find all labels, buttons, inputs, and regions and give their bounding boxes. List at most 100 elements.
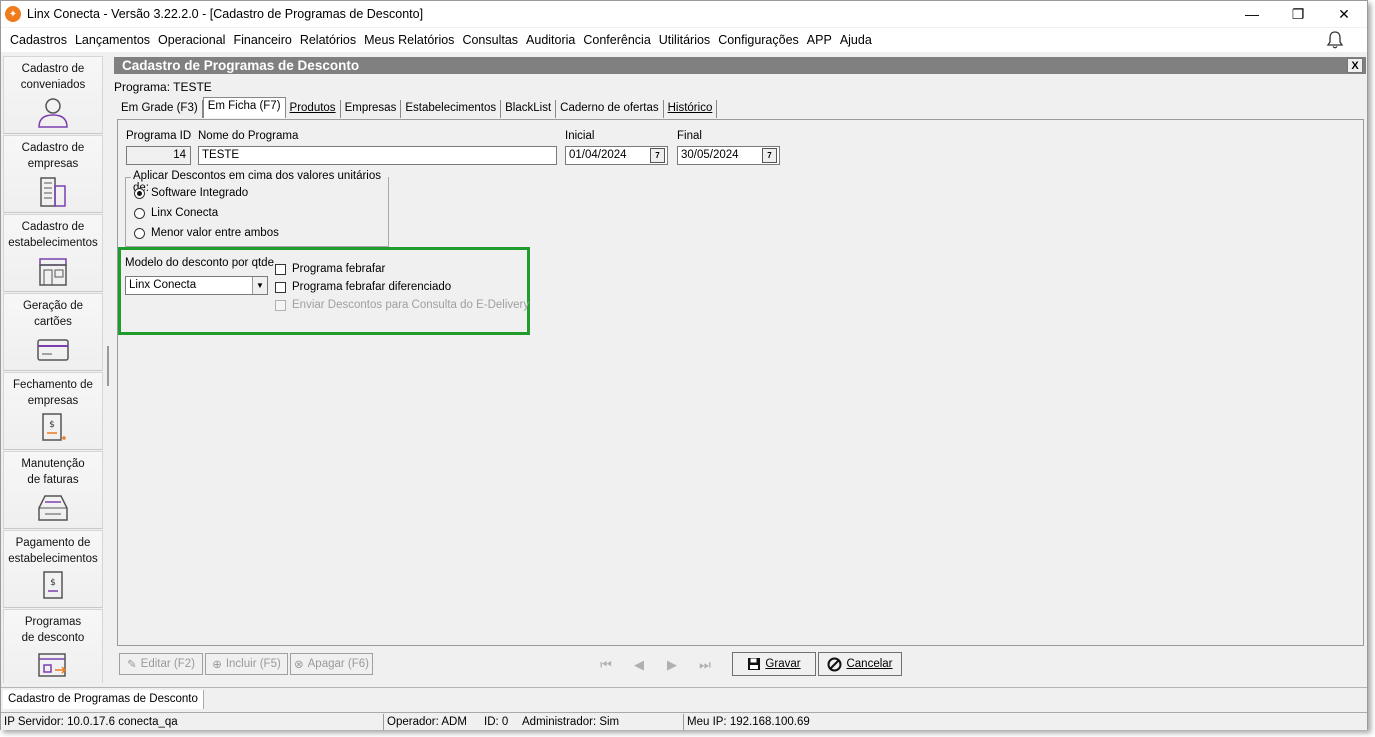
radio-software-integrado[interactable]: Software Integrado [134,187,248,199]
menu-conferencia[interactable]: Conferência [579,33,654,47]
tab-em-ficha[interactable]: Em Ficha (F7) [202,97,286,118]
menu-financeiro[interactable]: Financeiro [229,33,295,47]
tab-caderno-ofertas[interactable]: Caderno de ofertas [556,100,664,118]
close-window-button[interactable]: ✕ [1321,1,1367,27]
close-form-button[interactable]: X [1347,58,1363,73]
open-forms-bar: Cadastro de Programas de Desconto [1,687,1367,709]
shortcut-sidebar: Cadastro de conveniados Cadastro de empr… [3,56,103,683]
sidebar-item-faturas[interactable]: Manutenção de faturas [3,451,103,529]
cancel-button[interactable]: Cancelar [818,652,902,676]
tab-produtos[interactable]: Produtos [286,100,341,118]
tab-historico[interactable]: Histórico [664,100,718,118]
sidebar-item-label: de desconto [21,632,85,644]
program-name-input[interactable]: TESTE [198,146,557,165]
payment-icon: $ [43,571,63,599]
checkbox[interactable] [275,281,286,293]
checkbox-febrafar-diferenciado[interactable]: Programa febrafar diferenciado [275,281,451,293]
sidebar-item-label: Cadastro de [21,142,85,154]
delete-button[interactable]: ⊗ Apagar (F6) [290,653,373,675]
admin-status: Administrador: Sim [522,716,620,728]
sidebar-item-label: conveniados [20,79,86,91]
card-icon [37,339,69,361]
tab-blacklist[interactable]: BlackList [501,100,557,118]
menu-relatorios[interactable]: Relatórios [296,33,360,47]
last-record-icon[interactable]: ⏭ [696,657,714,673]
sidebar-item-label: de faturas [27,474,79,486]
x-circle-icon: ⊗ [294,659,304,671]
start-date-input[interactable]: 01/04/2024 7 [565,146,668,165]
start-date-label: Inicial [565,130,595,142]
radio-label: Software Integrado [151,187,249,199]
calendar-icon[interactable]: 7 [650,148,665,163]
sidebar-splitter-handle[interactable] [107,346,109,386]
previous-record-icon[interactable]: ◀ [630,657,648,673]
calendar-icon[interactable]: 7 [762,148,777,163]
form-title: Cadastro de Programas de Desconto [122,58,360,73]
checkbox-edelivery: Enviar Descontos para Consulta do E-Deli… [275,299,529,311]
sidebar-item-label: Fechamento de [13,379,93,391]
store-icon [39,258,67,286]
checkbox[interactable] [275,263,286,275]
radio-button[interactable] [134,187,145,199]
radio-menor-valor[interactable]: Menor valor entre ambos [134,227,279,239]
tab-empresas[interactable]: Empresas [341,100,402,118]
radio-button[interactable] [134,207,145,219]
menu-cadastros[interactable]: Cadastros [6,33,71,47]
sidebar-item-estabelecimentos[interactable]: Cadastro de estabelecimentos [3,214,103,292]
first-record-icon[interactable]: ⏮ [597,657,615,673]
current-program-label: Programa: TESTE [114,80,212,94]
menu-lancamentos[interactable]: Lançamentos [71,33,154,47]
chevron-down-icon[interactable]: ▼ [252,277,267,294]
status-bar: IP Servidor: 10.0.17.6 conecta_qa Operad… [1,712,1367,730]
model-select[interactable]: Linx Conecta ▼ [125,276,268,295]
sidebar-item-pagamento[interactable]: Pagamento de estabelecimentos $ [3,530,103,608]
tab-produtos-label: Produtos [289,102,336,114]
sidebar-item-programas-desconto[interactable]: Programas de desconto [3,609,103,683]
open-form-tab[interactable]: Cadastro de Programas de Desconto [3,690,204,709]
tab-estabelecimentos[interactable]: Estabelecimentos [401,100,502,118]
sidebar-item-label: Programas [24,616,82,628]
id-status: ID: 0 [484,716,509,728]
menu-configuracoes[interactable]: Configurações [714,33,803,47]
sidebar-item-label: empresas [27,158,79,170]
sidebar-item-label: Cadastro de [21,221,85,233]
plus-circle-icon: ⊕ [212,659,222,671]
notification-bell-icon[interactable] [1325,30,1345,50]
svg-text:$: $ [50,578,56,588]
title-bar: ✦ Linx Conecta - Versão 3.22.2.0 - [Cada… [1,1,1367,27]
cancel-button-label: Cancelar [846,658,893,670]
save-button[interactable]: Gravar [732,652,816,676]
include-button[interactable]: ⊕ Incluir (F5) [205,653,288,675]
edit-button-label: Editar (F2) [140,658,195,670]
menu-operacional[interactable]: Operacional [154,33,229,47]
form-header: Cadastro de Programas de Desconto X [114,57,1366,74]
menu-consultas[interactable]: Consultas [458,33,522,47]
menu-ajuda[interactable]: Ajuda [836,33,876,47]
radio-button[interactable] [134,227,145,239]
restore-button[interactable]: ❐ [1275,1,1321,27]
menu-utilitarios[interactable]: Utilitários [655,33,714,47]
model-select-value: Linx Conecta [129,279,197,291]
checkbox-label: Programa febrafar [292,263,386,275]
window-controls: — ❐ ✕ [1229,1,1367,27]
delete-button-label: Apagar (F6) [307,658,369,670]
end-date-input[interactable]: 30/05/2024 7 [677,146,780,165]
sidebar-item-empresas[interactable]: Cadastro de empresas [3,135,103,213]
menu-auditoria[interactable]: Auditoria [522,33,579,47]
sidebar-item-conveniados[interactable]: Cadastro de conveniados [3,56,103,134]
sidebar-item-label: cartões [34,316,72,328]
checkbox-febrafar[interactable]: Programa febrafar [275,263,385,275]
tab-em-grade[interactable]: Em Grade (F3) [117,100,203,118]
sidebar-item-label: empresas [27,395,79,407]
next-record-icon[interactable]: ▶ [663,657,681,673]
sidebar-item-cartoes[interactable]: Geração de cartões [3,293,103,371]
sidebar-item-label: Cadastro de [21,63,85,75]
menu-app[interactable]: APP [803,33,836,47]
radio-linx-conecta[interactable]: Linx Conecta [134,207,218,219]
sidebar-item-fechamento[interactable]: Fechamento de empresas $ [3,372,103,450]
program-name-label: Nome do Programa [198,130,299,142]
edit-button[interactable]: ✎ Editar (F2) [119,653,203,675]
minimize-button[interactable]: — [1229,1,1275,27]
menu-meus-relatorios[interactable]: Meus Relatórios [360,33,458,47]
server-status: IP Servidor: 10.0.17.6 conecta_qa [4,716,178,728]
